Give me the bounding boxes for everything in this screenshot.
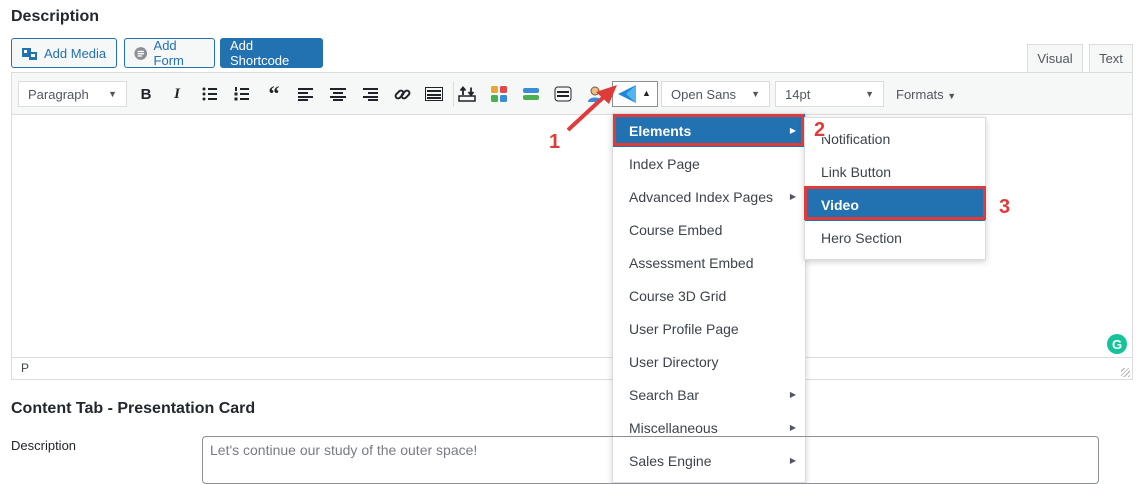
form-icon: [134, 46, 148, 60]
paragraph-select-value: Paragraph: [28, 86, 89, 102]
media-icon: [22, 47, 37, 60]
formats-label: Formats: [896, 87, 944, 102]
link-icon[interactable]: [390, 82, 414, 106]
highlight-elements: [613, 114, 804, 146]
bold-icon[interactable]: B: [134, 82, 158, 106]
add-media-label: Add Media: [44, 45, 107, 61]
add-form-label: Add Form: [153, 38, 184, 68]
highlight-video: [804, 186, 986, 220]
font-family-select-value: Open Sans: [671, 86, 737, 102]
chevron-down-icon: ▼: [751, 89, 760, 99]
element-path[interactable]: P: [21, 361, 29, 375]
add-shortcode-label: Add Shortcode: [230, 38, 290, 68]
add-shortcode-button[interactable]: Add Shortcode: [220, 38, 323, 68]
toolbar-toggle-icon[interactable]: [422, 82, 446, 106]
content-tab-title: Content Tab - Presentation Card: [11, 400, 256, 417]
menu-item-search-bar[interactable]: Search Bar ▶: [613, 378, 805, 411]
blockquote-icon[interactable]: “: [262, 81, 286, 106]
font-size-select[interactable]: 14pt ▼: [775, 81, 884, 107]
chevron-right-icon: ▶: [789, 390, 796, 399]
annotation-number-1: 1: [549, 131, 561, 153]
caret-up-icon: ▲: [642, 88, 651, 98]
chevron-down-icon: ▼: [865, 89, 874, 99]
italic-icon[interactable]: I: [165, 82, 189, 106]
chevron-down-icon: ▼: [108, 89, 117, 99]
annotation-arrow: [566, 85, 617, 132]
menu-item-index-page[interactable]: Index Page: [613, 147, 805, 180]
submenu-item-hero-section[interactable]: Hero Section: [805, 221, 985, 254]
layers-icon[interactable]: [519, 82, 543, 106]
description-textarea[interactable]: Let's continue our study of the outer sp…: [202, 436, 1099, 484]
grammarly-icon[interactable]: G: [1107, 334, 1127, 354]
annotation-number-3: 3: [999, 196, 1011, 218]
chevron-right-icon: ▶: [789, 192, 796, 201]
menu-item-user-profile-page[interactable]: User Profile Page: [613, 312, 805, 345]
submenu-item-link-button[interactable]: Link Button: [805, 155, 985, 188]
menu-item-advanced-index-pages[interactable]: Advanced Index Pages ▶: [613, 180, 805, 213]
menu-item-user-directory[interactable]: User Directory: [613, 345, 805, 378]
section-title: Description: [11, 8, 100, 25]
grid-blocks-icon[interactable]: [487, 82, 511, 106]
bullet-list-icon[interactable]: [198, 82, 222, 106]
font-size-select-value: 14pt: [785, 86, 811, 102]
chevron-down-icon: ▼: [947, 91, 957, 101]
menu-item-course-3d-grid[interactable]: Course 3D Grid: [613, 279, 805, 312]
numbered-list-icon[interactable]: [230, 82, 254, 106]
description-label: Description: [11, 438, 77, 453]
formats-menu[interactable]: Formats ▼: [896, 87, 956, 102]
menu-item-course-embed[interactable]: Course Embed: [613, 213, 805, 246]
annotation-number-2: 2: [814, 119, 826, 141]
shortcode-dropdown-menu: Elements ▶ Index Page Advanced Index Page…: [612, 113, 806, 483]
align-center-icon[interactable]: [326, 82, 350, 106]
chevron-right-icon: ▶: [789, 423, 796, 432]
menu-item-assessment-embed[interactable]: Assessment Embed: [613, 246, 805, 279]
align-right-icon[interactable]: [358, 82, 382, 106]
align-left-icon[interactable]: [294, 82, 318, 106]
submenu-item-notification[interactable]: Notification: [805, 122, 985, 155]
font-family-select[interactable]: Open Sans ▼: [661, 81, 770, 107]
add-form-button[interactable]: Add Form: [124, 38, 215, 68]
tab-visual[interactable]: Visual: [1027, 44, 1083, 72]
upload-icon[interactable]: [455, 82, 479, 106]
add-media-button[interactable]: Add Media: [11, 38, 117, 68]
paragraph-select[interactable]: Paragraph ▼: [18, 81, 127, 107]
tab-text[interactable]: Text: [1089, 44, 1133, 72]
resize-handle[interactable]: [1121, 368, 1130, 377]
status-bar: P: [12, 357, 1132, 379]
toolbar-divider: [453, 81, 454, 107]
